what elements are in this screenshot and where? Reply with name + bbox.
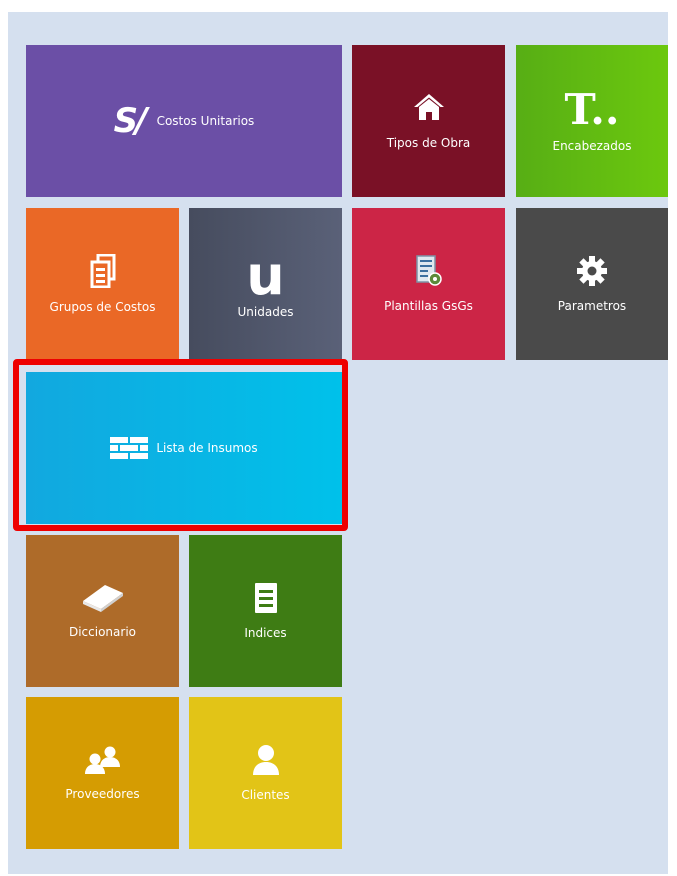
user-icon [251, 744, 281, 776]
tile-label: Diccionario [68, 625, 136, 639]
tile-label: Clientes [241, 788, 290, 802]
tile-parametros[interactable]: Parametros [516, 208, 668, 360]
tile-label: Tipos de Obra [386, 136, 471, 150]
tile-plantillas-gsgs[interactable]: Plantillas GsGs [352, 208, 505, 360]
tile-grupos-de-costos[interactable]: Grupos de Costos [26, 208, 179, 360]
tile-tipos-de-obra[interactable]: Tipos de Obra [352, 45, 505, 197]
tile-costos-unitarios[interactable]: S/ Costos Unitarios [26, 45, 342, 197]
tile-label: Encabezados [552, 139, 632, 153]
tile-label: Proveedores [65, 787, 140, 801]
gear-icon [576, 255, 608, 287]
text-header-icon: T.. [564, 85, 620, 134]
tile-indices[interactable]: Indices [189, 535, 342, 687]
tile-label: Lista de Insumos [156, 441, 258, 455]
tile-clientes[interactable]: Clientes [189, 697, 342, 849]
book-icon [81, 583, 125, 613]
currency-sol-icon: S/ [113, 101, 148, 141]
home-icon [413, 92, 445, 122]
tile-label: Costos Unitarios [156, 114, 255, 128]
tile-lista-de-insumos[interactable]: Lista de Insumos [26, 372, 342, 524]
tile-label: Indices [244, 626, 287, 640]
tile-label: Plantillas GsGs [384, 299, 473, 313]
list-document-icon [254, 582, 278, 614]
template-settings-icon [415, 255, 443, 287]
tile-label: Grupos de Costos [49, 300, 156, 314]
tile-encabezados[interactable]: T.. Encabezados [516, 45, 668, 197]
users-icon [84, 745, 122, 775]
documents-icon [90, 254, 116, 288]
tile-label: Unidades [237, 305, 294, 319]
tile-label: Parametros [557, 299, 627, 313]
unit-letter-icon: u [246, 244, 285, 307]
brick-wall-icon [110, 437, 149, 459]
tile-diccionario[interactable]: Diccionario [26, 535, 179, 687]
tile-unidades[interactable]: u Unidades [189, 208, 342, 360]
tile-proveedores[interactable]: Proveedores [26, 697, 179, 849]
